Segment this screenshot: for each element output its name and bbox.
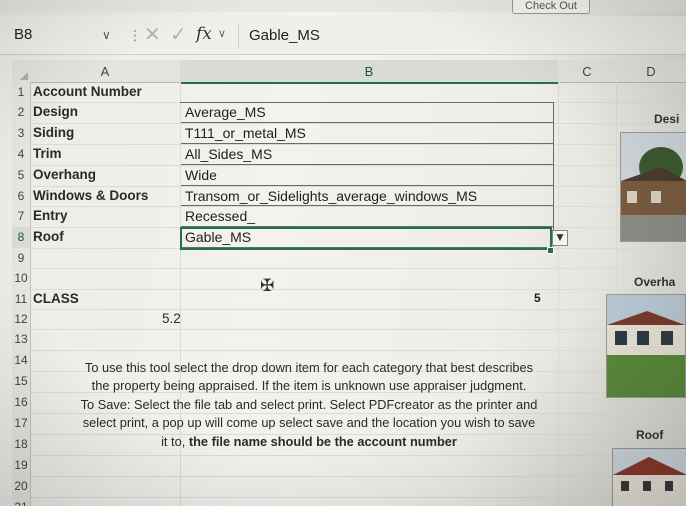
row-header-9[interactable]: 9 [12,248,31,269]
row-header-16[interactable]: 16 [12,392,31,414]
house-photo-icon [607,295,685,397]
row-header-14[interactable]: 14 [12,350,31,372]
cell-a3[interactable]: Siding [33,125,74,140]
row-header-17[interactable]: 17 [12,413,31,435]
row-header-20[interactable]: 20 [12,476,31,498]
column-header-b[interactable]: B [180,60,559,84]
house-photo-icon [613,449,686,506]
cell-a2[interactable]: Design [33,104,78,119]
instructions-line-4: select print, a pop up will come up sele… [82,415,536,431]
dropdown-cell-border [180,206,554,227]
cell-a4[interactable]: Trim [33,146,62,161]
row-header-11[interactable]: 11 [12,289,31,310]
cell-b11[interactable]: 5 [534,291,541,305]
cancel-icon[interactable]: ✕ [144,22,161,46]
row-header-18[interactable]: 18 [12,434,31,456]
insert-function-button[interactable]: fx [196,24,212,44]
roof-photo-label: Roof [636,428,664,442]
row-header-7[interactable]: 7 [12,206,31,228]
column-header-d[interactable]: D [616,60,686,83]
row-header-3[interactable]: 3 [12,123,31,145]
roof-photo[interactable] [612,448,686,506]
row-header-8[interactable]: 8 [12,227,31,249]
design-photo-label: Desi [654,112,680,126]
drag-handle-icon[interactable]: ⋮ [128,28,142,44]
cell-a12[interactable]: 5.2 [162,311,181,326]
cell-a5[interactable]: Overhang [33,167,96,182]
name-box-value: B8 [14,26,33,43]
row-header-15[interactable]: 15 [12,371,31,393]
column-header-c[interactable]: C [558,60,617,83]
dropdown-cell-border [180,186,554,206]
instructions-line-1: To use this tool select the drop down it… [84,360,534,375]
cell-a1[interactable]: Account Number [33,84,142,99]
cell-a8[interactable]: Roof [33,229,64,244]
row-gridline [30,476,686,477]
instructions-line-5-plain: it to, [161,433,189,449]
instructions-line-5-bold: the file name should be the account numb… [188,433,457,449]
instructions-line-3: To Save: Select the file tab and select … [80,396,538,412]
formula-input[interactable]: Gable_MS [238,24,686,48]
check-out-button[interactable]: Check Out [512,0,590,14]
move-cursor-icon: ✠ [260,276,275,296]
dropdown-cell-border [180,102,554,123]
row-header-13[interactable]: 13 [12,329,31,351]
row-header-21[interactable]: 21 [12,497,31,506]
enter-check-icon[interactable]: ✓ [170,22,187,46]
row-header-4[interactable]: 4 [12,144,31,166]
cell-a6[interactable]: Windows & Doors [33,188,148,203]
row-header-19[interactable]: 19 [12,455,31,477]
fill-handle[interactable] [547,247,554,254]
row-header-1[interactable]: 1 [12,82,31,103]
row-header-2[interactable]: 2 [12,102,31,124]
row-gridline [30,289,686,290]
row-gridline [30,497,686,498]
overhang-photo-label: Overha [634,275,676,289]
chevron-down-icon[interactable]: ∨ [102,24,111,46]
b-range-top-border [180,102,554,103]
row-gridline [30,268,686,269]
dropdown-cell-border [180,123,554,144]
row-gridline [30,455,686,456]
dropdown-cell-border [180,165,554,186]
overhang-photo[interactable] [606,294,686,398]
worksheet-grid[interactable]: A B C D 1 Account Number 2 Design Average_MS… [12,60,686,506]
excel-window: Check Out B8 ∨ ⋮ ✕ ✓ fx ∨ Gable_MS A B C… [0,0,686,506]
cell-a7[interactable]: Entry [33,208,68,223]
row-header-12[interactable]: 12 [12,309,31,330]
design-photo[interactable] [620,132,686,242]
row-header-5[interactable]: 5 [12,165,31,187]
instructions-text: To use this tool select the drop down it… [39,359,579,451]
instructions-line-5: it to, the file name should be the accou… [39,433,579,451]
row-gridline [30,309,686,310]
dropdown-arrow-icon[interactable]: ▼ [552,230,568,246]
cell-a11[interactable]: CLASS [33,291,79,306]
chevron-down-icon[interactable]: ∨ [218,27,226,40]
row-gridline [30,329,686,330]
name-box[interactable]: B8 ∨ [6,24,134,46]
row-gridline [30,350,686,351]
select-all-button[interactable] [12,60,31,83]
house-photo-icon [621,133,686,241]
row-header-10[interactable]: 10 [12,268,31,290]
formula-bar: B8 ∨ ⋮ ✕ ✓ fx ∨ Gable_MS [0,16,686,55]
column-header-a[interactable]: A [30,60,181,83]
active-cell-b8[interactable] [180,227,552,250]
dropdown-cell-border [180,144,554,165]
instructions-line-2: the property being appraised. If the ite… [91,378,527,394]
row-header-6[interactable]: 6 [12,186,31,207]
